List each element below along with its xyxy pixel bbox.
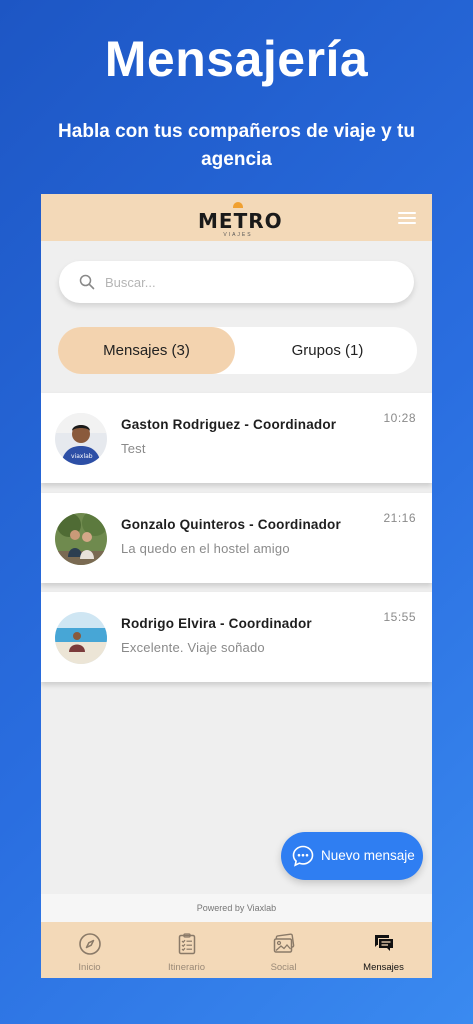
conversation-name: Gonzalo Quinteros - Coordinador bbox=[121, 517, 341, 532]
conversation-item[interactable]: viaxlab Gaston Rodriguez - Coordinador T… bbox=[41, 393, 432, 483]
promo-subtitle: Habla con tus compañeros de viaje y tu a… bbox=[58, 121, 415, 170]
avatar: viaxlab bbox=[55, 413, 107, 465]
logo-text: METRO bbox=[198, 209, 283, 233]
conversation-last-message: Test bbox=[121, 441, 146, 456]
new-message-button[interactable]: Nuevo mensaje bbox=[281, 832, 423, 880]
logo-subtext: VIAJES bbox=[223, 232, 253, 238]
bottom-tab-bar: Inicio Itinerario Social Mensajes bbox=[41, 922, 432, 978]
conversation-name: Rodrigo Elvira - Coordinador bbox=[121, 616, 312, 631]
compass-icon bbox=[79, 933, 101, 955]
search-bar[interactable] bbox=[59, 261, 414, 303]
promo-title: Mensajería bbox=[104, 31, 369, 87]
search-icon bbox=[79, 274, 95, 290]
tab-label: Inicio bbox=[78, 962, 101, 973]
conversation-name: Gaston Rodriguez - Coordinador bbox=[121, 417, 337, 432]
conversation-time: 21:16 bbox=[383, 511, 416, 525]
segment-tabs: Mensajes (3) Grupos (1) bbox=[58, 327, 417, 374]
tab-label: Social bbox=[270, 962, 297, 973]
sun-icon bbox=[233, 202, 243, 208]
app-screen: METRO VIAJES Mensajes (3) Grupos (1) via… bbox=[41, 194, 432, 978]
conversation-time: 15:55 bbox=[383, 610, 416, 624]
tab-social[interactable]: Social bbox=[235, 922, 332, 978]
conversation-time: 10:28 bbox=[383, 411, 416, 425]
conversation-last-message: Excelente. Viaje soñado bbox=[121, 640, 265, 655]
tab-label: Itinerario bbox=[168, 962, 205, 973]
new-message-label: Nuevo mensaje bbox=[321, 848, 415, 863]
conversation-item[interactable]: Rodrigo Elvira - Coordinador Excelente. … bbox=[41, 592, 432, 682]
tab-label: Mensajes bbox=[363, 962, 404, 973]
conversation-last-message: La quedo en el hostel amigo bbox=[121, 541, 290, 556]
tab-mensajes-nav[interactable]: Mensajes bbox=[335, 922, 432, 978]
clipboard-checklist-icon bbox=[178, 933, 196, 955]
tab-mensajes[interactable]: Mensajes (3) bbox=[58, 327, 235, 374]
avatar bbox=[55, 612, 107, 664]
tab-grupos[interactable]: Grupos (1) bbox=[238, 327, 417, 374]
tab-itinerario[interactable]: Itinerario bbox=[138, 922, 235, 978]
photos-icon bbox=[273, 933, 295, 953]
app-header: METRO VIAJES bbox=[41, 194, 432, 241]
powered-by: Powered by Viaxlab bbox=[41, 894, 432, 922]
hamburger-menu-icon[interactable] bbox=[398, 212, 416, 225]
search-input[interactable] bbox=[105, 261, 395, 303]
metro-logo: METRO VIAJES bbox=[198, 202, 283, 238]
tab-inicio[interactable]: Inicio bbox=[41, 922, 138, 978]
avatar bbox=[55, 513, 107, 565]
chat-bubble-icon bbox=[292, 845, 314, 867]
svg-text:viaxlab: viaxlab bbox=[71, 453, 93, 460]
messages-icon bbox=[375, 935, 393, 951]
conversation-item[interactable]: Gonzalo Quinteros - Coordinador La quedo… bbox=[41, 493, 432, 583]
